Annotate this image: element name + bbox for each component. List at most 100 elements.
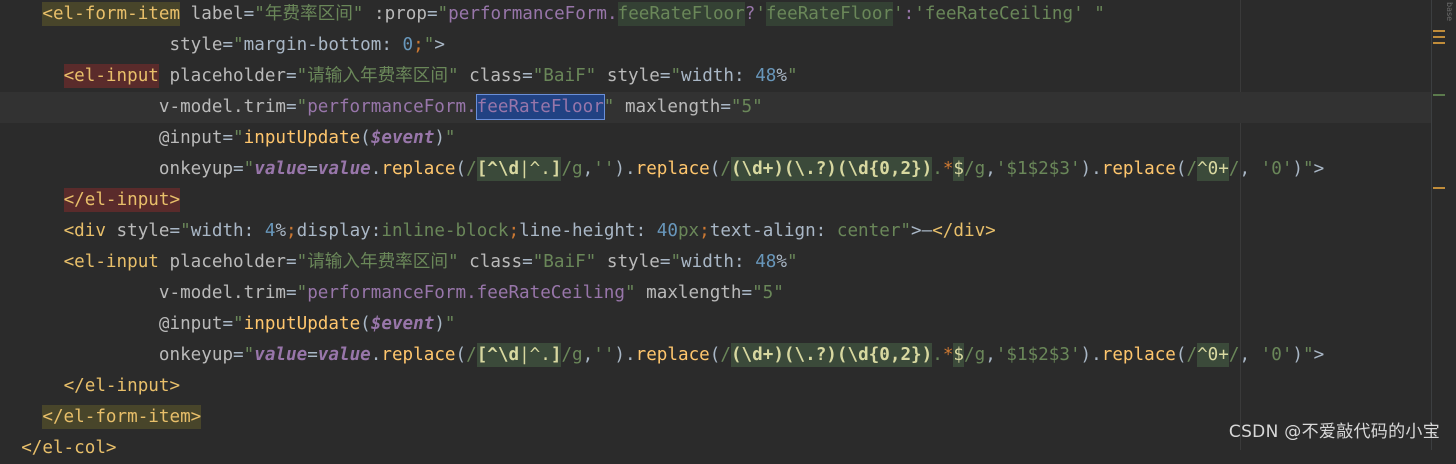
code-token: maxlength	[624, 97, 721, 117]
code-token: "	[900, 221, 912, 241]
code-token: :	[903, 4, 915, 24]
code-token: class	[469, 66, 523, 86]
code-token: label	[190, 4, 244, 24]
code-line[interactable]: onkeyup="value=value.replace(/[^\d|^.]/g…	[0, 154, 1432, 185]
code-token: "	[603, 97, 615, 117]
code-token: "	[296, 97, 308, 117]
code-line[interactable]: </el-form-item>	[0, 402, 1432, 433]
code-token: )	[1292, 345, 1304, 365]
code-token: <el-input	[63, 252, 159, 272]
warning-marker[interactable]	[1433, 42, 1445, 44]
code-token: ?	[744, 4, 756, 24]
code-token: (	[709, 345, 721, 365]
code-token: feeRateFloor	[765, 2, 894, 26]
code-token: onkeyup	[158, 159, 234, 179]
code-token: <el-form-item	[42, 2, 181, 26]
code-token: feeRateFloor	[475, 94, 605, 120]
code-token: <div	[63, 221, 106, 241]
code-token: (	[360, 128, 371, 148]
code-token: "	[624, 283, 636, 303]
warning-marker[interactable]	[1433, 36, 1445, 38]
code-token: (	[1175, 159, 1187, 179]
code-token: inputUpdate	[243, 314, 361, 334]
code-token: |^.	[519, 343, 551, 367]
code-line[interactable]: <div style="width: 4%;display:inline-blo…	[0, 216, 1432, 247]
code-token: =	[233, 345, 244, 365]
code-token: performanceForm.feeRateCeiling	[307, 283, 625, 303]
code-token: ]	[550, 343, 562, 367]
code-token: /	[1228, 159, 1240, 179]
code-token: =	[233, 159, 244, 179]
code-token: width:	[681, 252, 756, 272]
code-token: /	[466, 159, 477, 179]
warning-marker[interactable]	[1433, 30, 1445, 32]
code-token: /	[720, 345, 731, 365]
code-token: /	[466, 345, 477, 365]
code-token: "	[1303, 159, 1314, 179]
code-token: "	[423, 35, 435, 55]
code-token: ;	[286, 221, 297, 241]
code-token: <el-input	[63, 64, 159, 88]
code-token: ^0+	[1197, 343, 1229, 367]
code-token: "	[180, 221, 191, 241]
code-line[interactable]: style="margin-bottom: 0;">	[0, 30, 1432, 61]
code-token: /	[1228, 345, 1240, 365]
code-line[interactable]: @input="inputUpdate($event)"	[0, 123, 1432, 154]
code-line[interactable]: <el-input placeholder="请输入年费率区间" class="…	[0, 61, 1432, 92]
code-token: v-model.trim	[158, 283, 286, 303]
code-token: (\.?)	[783, 343, 837, 367]
code-token: ''	[593, 345, 615, 365]
code-token: =	[222, 314, 234, 334]
code-token: =	[522, 252, 533, 272]
code-token: =	[243, 4, 255, 24]
code-token: >—	[911, 221, 933, 241]
code-token: /g	[964, 159, 986, 179]
code-line[interactable]: @input="inputUpdate($event)"	[0, 309, 1432, 340]
code-line[interactable]: v-model.trim="performanceForm.feeRateCei…	[0, 278, 1432, 309]
code-token: [^\d	[476, 343, 520, 367]
scrollbar-gutter[interactable]: base	[1431, 0, 1456, 450]
code-token: )	[434, 314, 445, 334]
code-line[interactable]: <el-form-item label="年费率区间" :prop="perfo…	[0, 0, 1432, 30]
info-marker[interactable]	[1433, 94, 1445, 96]
code-line[interactable]: </el-input>	[0, 371, 1432, 402]
code-token: =	[169, 221, 181, 241]
code-line[interactable]: </el-input>	[0, 185, 1432, 216]
code-token: (	[455, 159, 467, 179]
code-token: :prop	[373, 4, 427, 24]
code-token: (\d{0,2})	[836, 157, 933, 181]
code-token: .	[370, 159, 382, 179]
code-line[interactable]: </el-col>	[0, 433, 1432, 464]
code-token: =	[307, 159, 318, 179]
code-token: /	[1186, 345, 1198, 365]
code-token: (\d+)	[730, 343, 784, 367]
code-token: (	[455, 345, 467, 365]
code-editor[interactable]: <el-form-item label="年费率区间" :prop="perfo…	[0, 0, 1432, 458]
code-line[interactable]: v-model.trim="performanceForm.feeRateFlo…	[0, 92, 1432, 123]
code-token: ).	[614, 159, 636, 179]
warning-marker[interactable]	[1433, 187, 1445, 189]
code-token: 40	[656, 221, 678, 241]
code-token: feeRateFloor	[617, 2, 745, 26]
code-token: ).	[614, 345, 636, 365]
code-token: ;	[413, 35, 424, 55]
code-line[interactable]: <el-input placeholder="请输入年费率区间" class="…	[0, 247, 1432, 278]
code-token: class	[469, 252, 523, 272]
code-token: ,	[985, 345, 996, 365]
code-token: (	[709, 159, 721, 179]
code-token: *	[942, 159, 954, 179]
code-line[interactable]: onkeyup="value=value.replace(/[^\d|^.]/g…	[0, 340, 1432, 371]
code-token: 4	[264, 221, 276, 241]
code-token: ,	[582, 345, 594, 365]
code-token: 'feeRateCeiling'	[914, 4, 1084, 24]
code-token: inline-block	[381, 221, 509, 241]
